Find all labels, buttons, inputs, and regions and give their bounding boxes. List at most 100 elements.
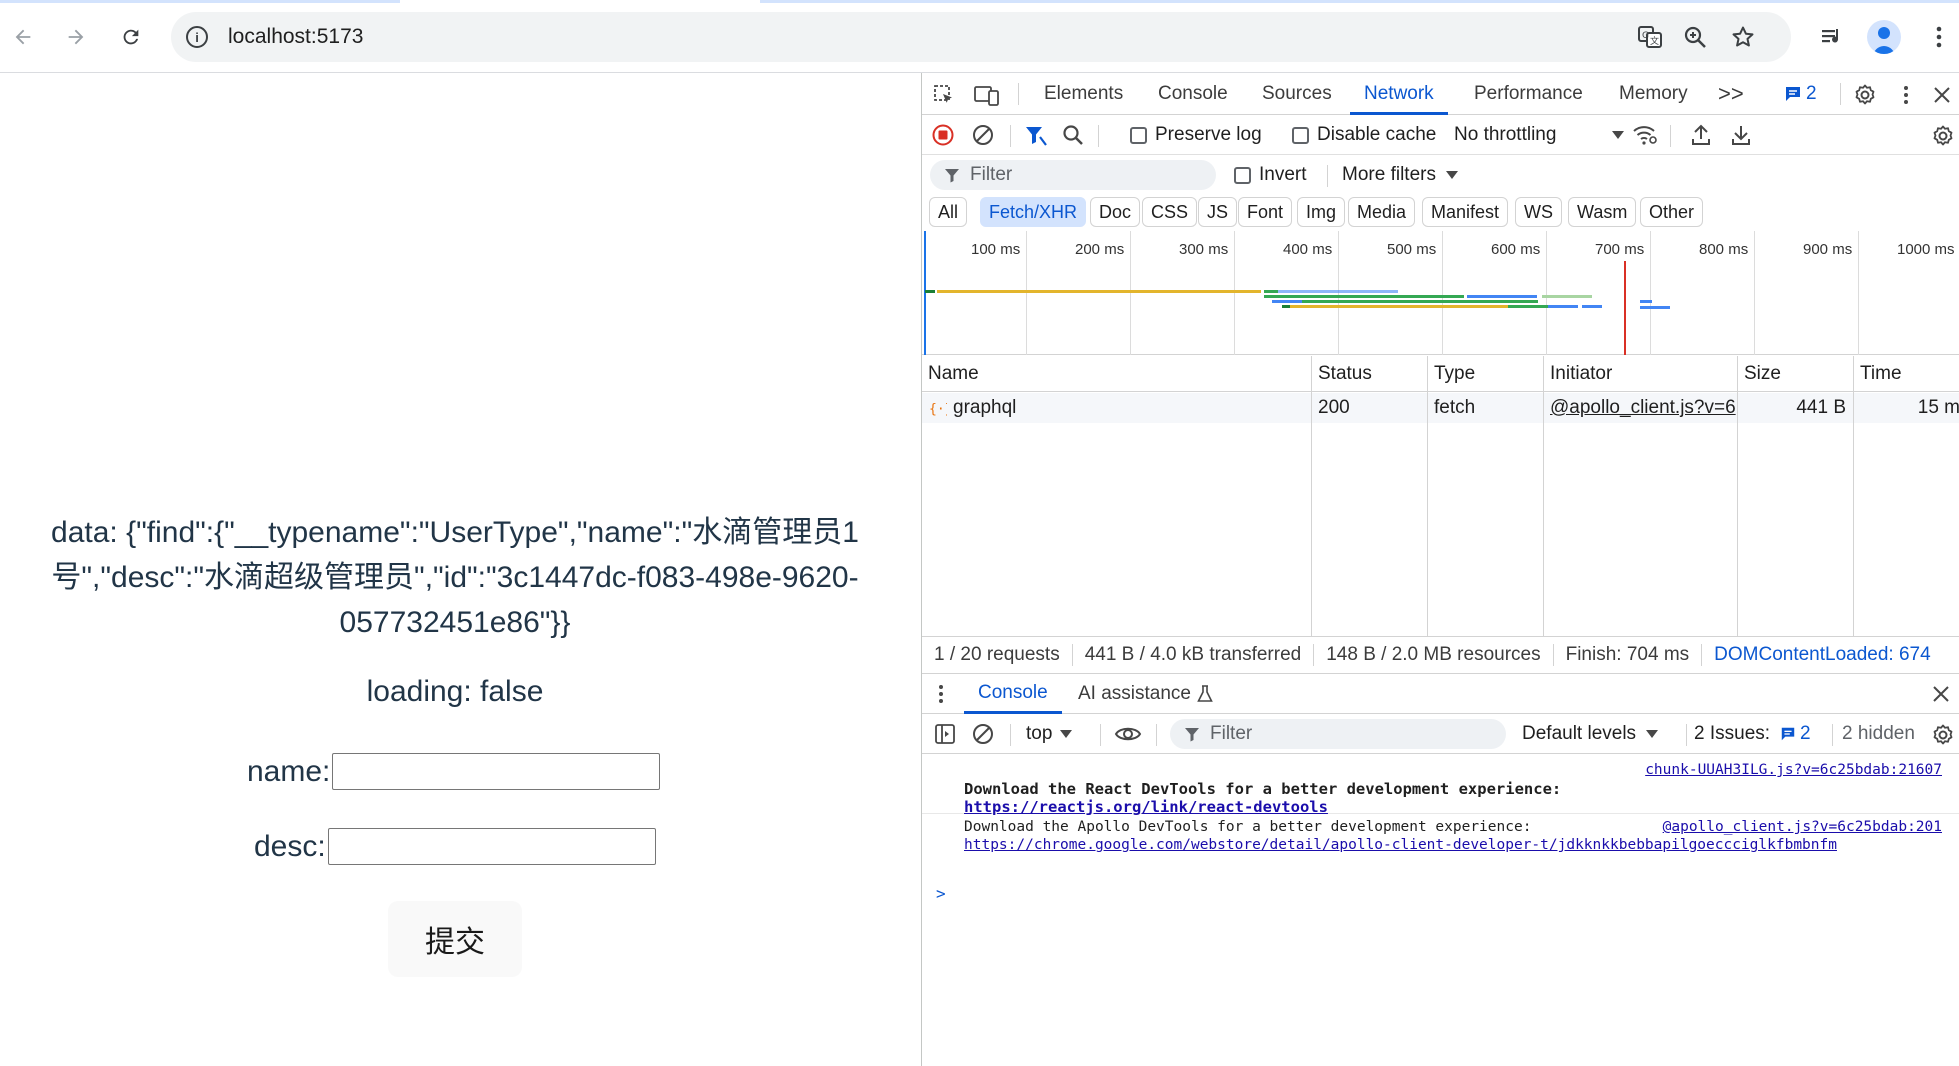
submit-button[interactable]: 提交 [388, 901, 522, 977]
filter-toggle-button[interactable] [1024, 124, 1048, 146]
media-control-button[interactable] [1815, 20, 1849, 54]
column-header-type[interactable]: Type [1428, 356, 1544, 392]
search-button[interactable] [1062, 124, 1084, 146]
column-divider[interactable] [1543, 356, 1544, 636]
type-filter-fetch-xhr[interactable]: Fetch/XHR [980, 197, 1087, 227]
context-selector[interactable]: top [1026, 714, 1073, 754]
tab-memory[interactable]: Memory [1619, 73, 1688, 115]
column-divider[interactable] [1427, 356, 1428, 636]
type-filter-other[interactable]: Other [1640, 197, 1704, 227]
drawer-menu-button[interactable] [934, 682, 948, 706]
invert-checkbox[interactable] [1234, 166, 1251, 184]
drawer-tab-console[interactable]: Console [964, 674, 1062, 714]
more-filters-dropdown[interactable]: More filters [1342, 155, 1458, 195]
tab-sources[interactable]: Sources [1262, 73, 1332, 115]
toolbar-divider [1010, 724, 1011, 746]
column-divider[interactable] [1737, 356, 1738, 636]
address-bar[interactable]: i localhost:5173 G文 [171, 12, 1791, 62]
type-filter-ws[interactable]: WS [1515, 197, 1562, 227]
disable-cache-toggle[interactable]: Disable cache [1292, 115, 1436, 155]
console-message-text: Download the React DevTools for a better… [964, 780, 1562, 798]
translate-button[interactable]: G文 [1637, 12, 1667, 62]
live-expression-button[interactable] [1114, 723, 1142, 745]
reload-button[interactable] [114, 20, 148, 54]
network-filter-input[interactable]: Filter [930, 160, 1216, 190]
tab-elements[interactable]: Elements [1044, 73, 1123, 115]
type-filter-all[interactable]: All [929, 197, 968, 227]
name-input[interactable] [332, 753, 661, 790]
device-toolbar-button[interactable] [974, 83, 1000, 107]
clear-button[interactable] [972, 124, 994, 146]
disable-cache-label: Disable cache [1317, 124, 1437, 145]
timeline-bar [1640, 300, 1652, 303]
filter-icon [945, 169, 959, 183]
tab-console[interactable]: Console [1158, 73, 1228, 115]
import-har-button[interactable] [1690, 123, 1712, 147]
close-devtools-button[interactable] [1929, 82, 1955, 108]
column-header-initiator[interactable]: Initiator [1544, 356, 1738, 392]
bookmark-button[interactable] [1731, 12, 1761, 62]
console-source-link[interactable]: @apollo_client.js?v=6c25bdab:201 [1663, 819, 1942, 835]
devtools-menu-button[interactable] [1899, 82, 1913, 108]
throttling-select[interactable]: No throttling [1454, 115, 1625, 155]
console-prompt[interactable]: > [936, 880, 1946, 906]
profile-avatar[interactable] [1867, 20, 1901, 54]
column-header-name[interactable]: Name [922, 356, 1311, 392]
timeline-bar [1278, 290, 1398, 293]
browser-menu-button[interactable] [1922, 20, 1956, 54]
console-source-link[interactable]: chunk-UUAH3ILG.js?v=6c25bdab:21607 [1645, 762, 1942, 778]
type-filter-doc[interactable]: Doc [1090, 197, 1141, 227]
type-filter-js[interactable]: JS [1198, 197, 1238, 227]
tab-strip-segment [760, 0, 1959, 3]
type-filter-font[interactable]: Font [1238, 197, 1293, 227]
tab-network[interactable]: Network [1350, 73, 1448, 115]
column-divider[interactable] [1311, 356, 1312, 636]
type-filter-img[interactable]: Img [1297, 197, 1346, 227]
type-filter-manifest[interactable]: Manifest [1422, 197, 1509, 227]
settings-button[interactable] [1852, 82, 1878, 108]
forward-button[interactable] [59, 20, 93, 54]
zoom-button[interactable] [1683, 12, 1713, 62]
record-button[interactable] [932, 124, 954, 146]
close-drawer-button[interactable] [1929, 682, 1953, 706]
table-row[interactable]: {·} graphql 200 fetch @apollo_client.js?… [922, 393, 1959, 423]
tab-performance[interactable]: Performance [1474, 73, 1583, 115]
request-name-cell[interactable]: {·} graphql [929, 393, 1309, 423]
console-issues-button[interactable]: 2 Issues: 2 [1694, 714, 1811, 754]
type-filter-media[interactable]: Media [1348, 197, 1416, 227]
preserve-log-checkbox[interactable] [1130, 126, 1147, 144]
disable-cache-checkbox[interactable] [1292, 126, 1309, 144]
network-settings-button[interactable] [1930, 123, 1956, 149]
issues-badge-button[interactable]: 2 [1784, 82, 1817, 106]
back-button[interactable] [6, 20, 40, 54]
type-filter-wasm[interactable]: Wasm [1568, 197, 1637, 227]
url-text[interactable]: localhost:5173 [228, 25, 363, 49]
invert-toggle[interactable]: Invert [1234, 155, 1307, 195]
column-header-time[interactable]: Time [1854, 356, 1959, 392]
zoom-icon [1684, 26, 1706, 48]
inspect-element-button[interactable] [932, 83, 956, 107]
log-levels-dropdown[interactable]: Default levels [1522, 714, 1659, 754]
column-divider[interactable] [1853, 356, 1854, 636]
column-header-size[interactable]: Size [1738, 356, 1854, 392]
console-message-link[interactable]: https://chrome.google.com/webstore/detai… [964, 837, 1837, 853]
clear-console-button[interactable] [972, 723, 994, 745]
info-icon[interactable]: i [186, 26, 208, 48]
more-tabs-button[interactable]: >> [1718, 73, 1744, 115]
inspect-icon [934, 85, 952, 103]
drawer-tab-ai-assistance[interactable]: AI assistance [1078, 674, 1213, 714]
close-icon [1934, 87, 1950, 103]
column-header-status[interactable]: Status [1312, 356, 1428, 392]
network-overview-timeline[interactable]: 100 ms 200 ms 300 ms 400 ms 500 ms 600 m… [922, 231, 1959, 355]
summary-resources: 148 B / 2.0 MB resources [1314, 644, 1554, 666]
request-initiator-link[interactable]: @apollo_client.js?v=6 [1550, 393, 1736, 423]
timeline-selection-edge[interactable] [924, 231, 926, 355]
console-settings-button[interactable] [1930, 722, 1956, 748]
preserve-log-toggle[interactable]: Preserve log [1130, 115, 1262, 155]
network-conditions-button[interactable] [1632, 124, 1658, 146]
type-filter-css[interactable]: CSS [1142, 197, 1198, 227]
console-filter-input[interactable]: Filter [1170, 719, 1506, 749]
console-sidebar-button[interactable] [934, 723, 956, 745]
desc-input[interactable] [327, 828, 656, 865]
export-har-button[interactable] [1730, 123, 1752, 147]
